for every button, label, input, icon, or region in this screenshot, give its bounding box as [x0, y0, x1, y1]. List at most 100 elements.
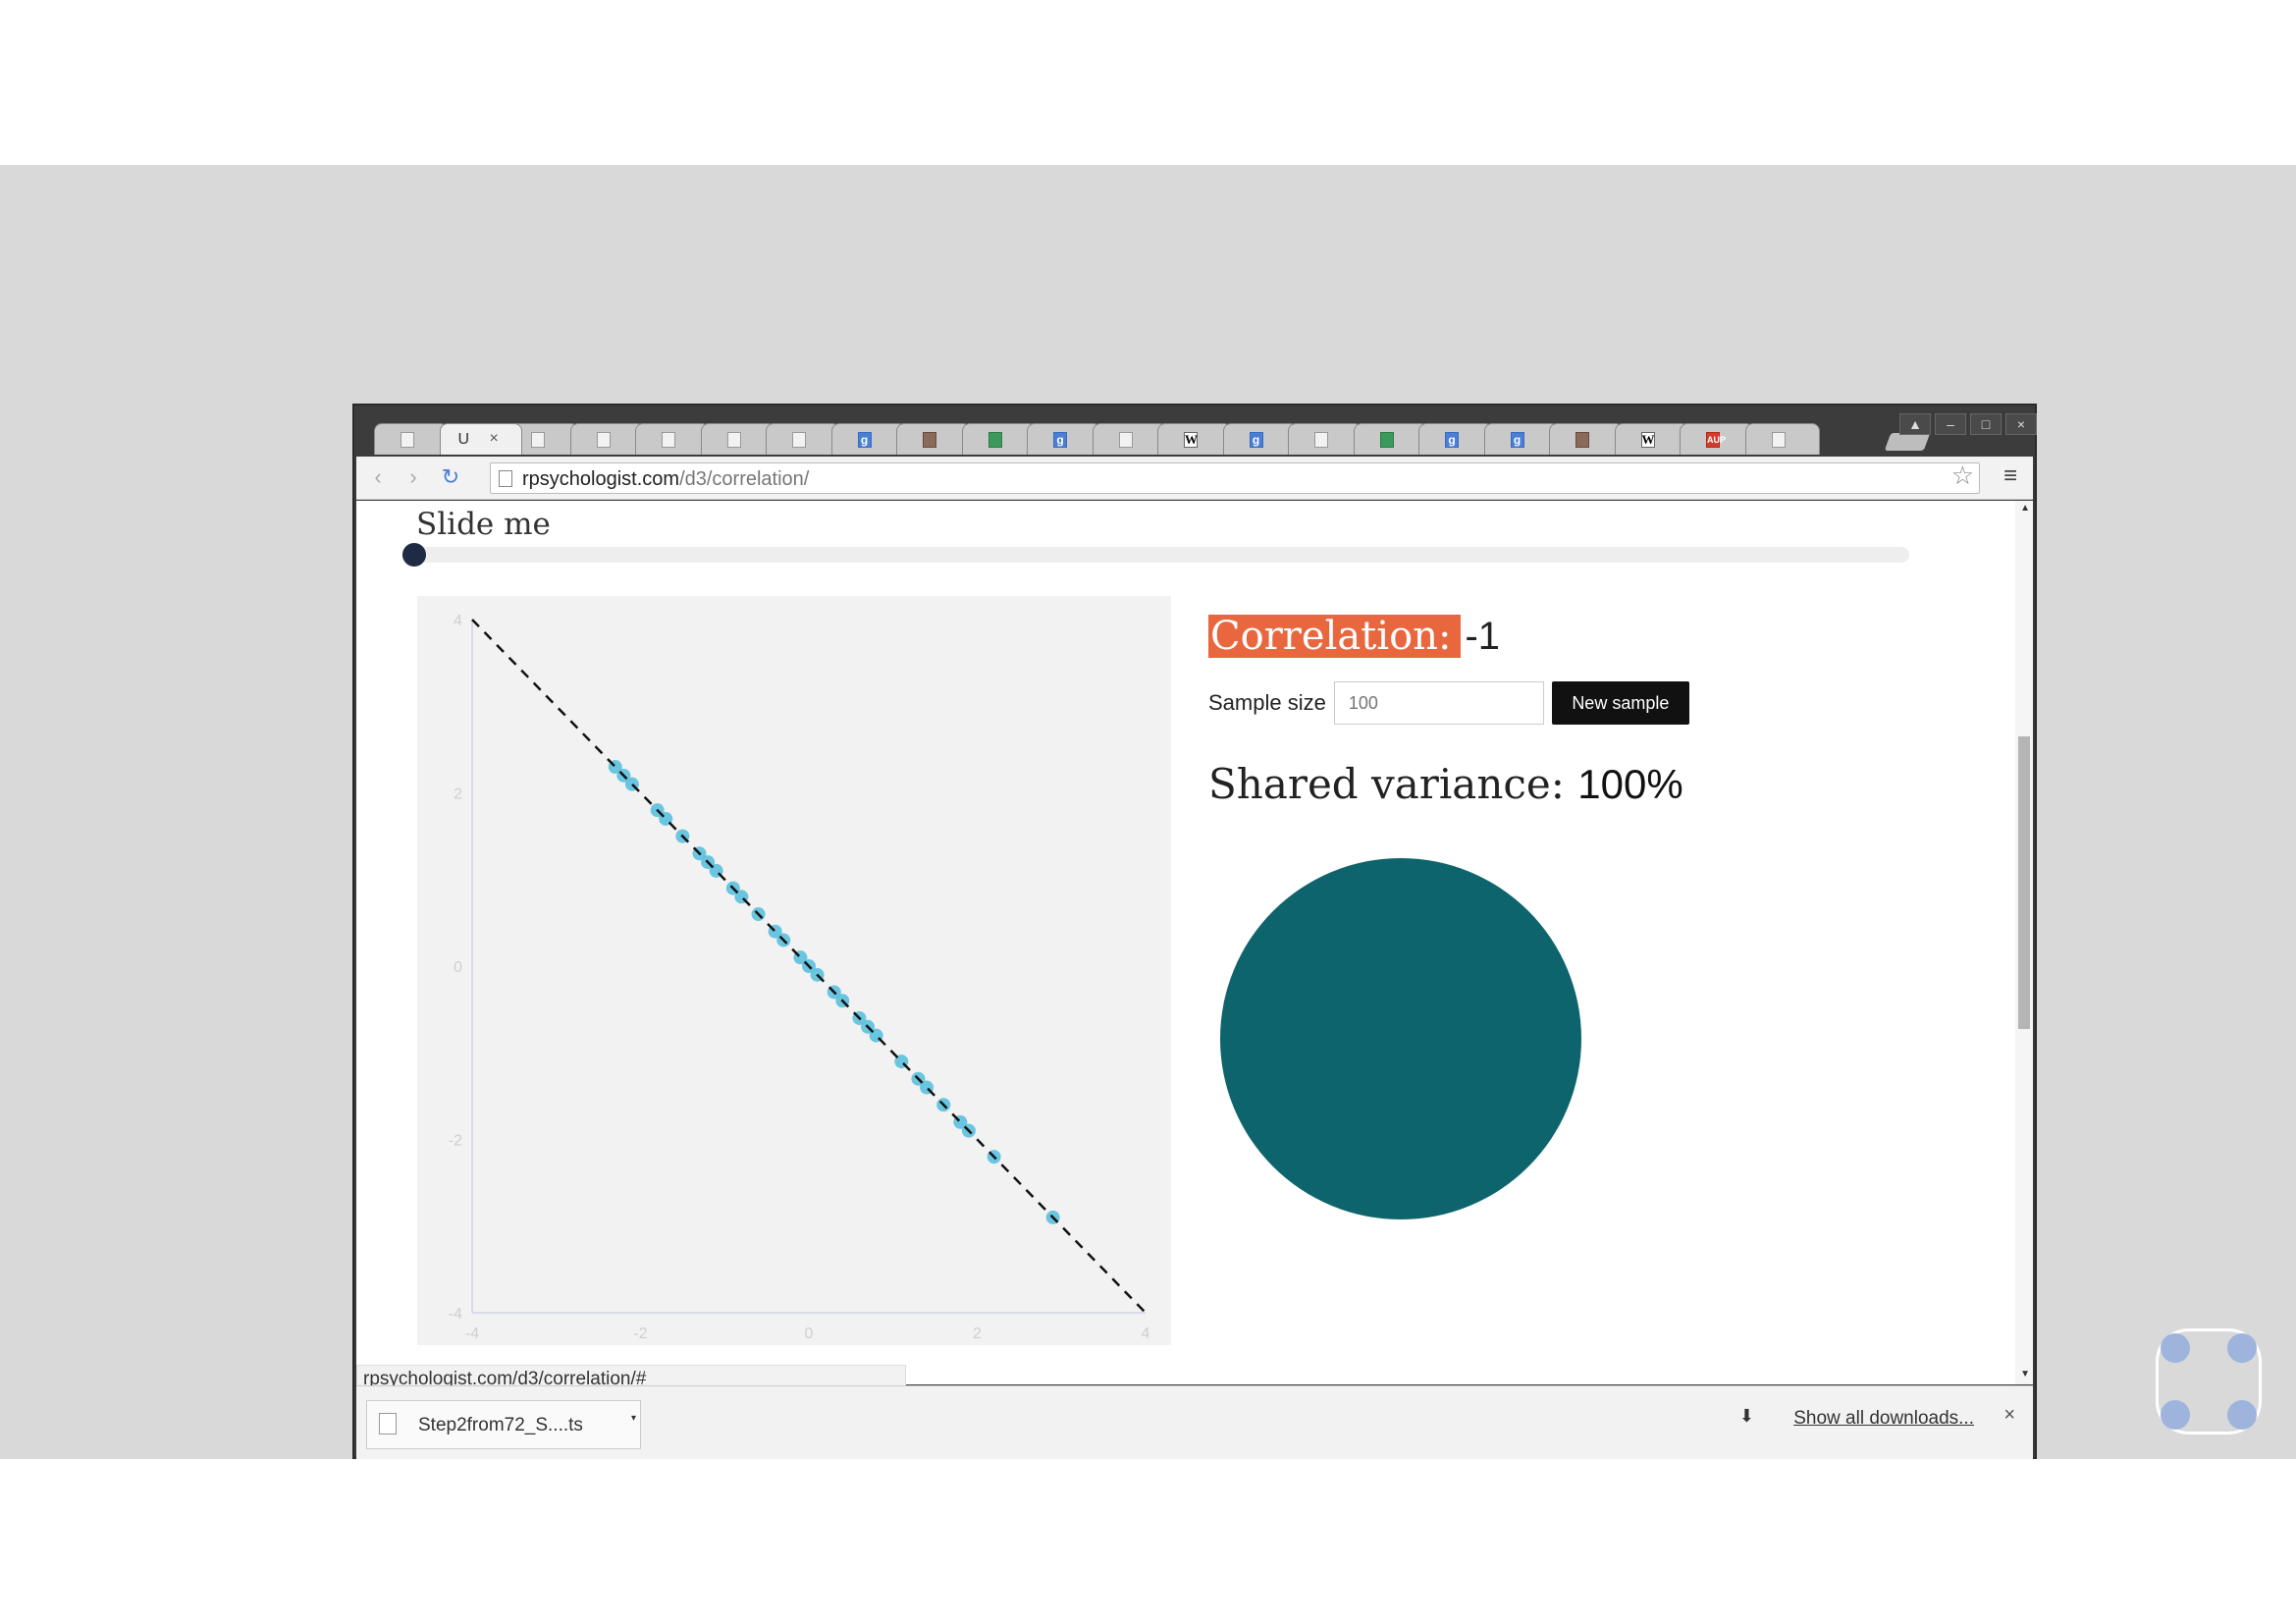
- new-tab-button[interactable]: [1884, 433, 1931, 451]
- shared-variance-label: Shared variance:: [1208, 760, 1565, 808]
- tab-favicon-icon: [662, 432, 675, 448]
- tab-favicon-icon: [792, 432, 806, 448]
- user-icon[interactable]: ▲: [1899, 413, 1931, 435]
- browser-tab[interactable]: [1744, 423, 1820, 455]
- y-tick-label: 2: [454, 786, 462, 803]
- tab-favicon-icon: g: [1445, 432, 1459, 448]
- page-icon: [499, 470, 512, 487]
- download-arrow-icon: ⬇: [1738, 1406, 1754, 1426]
- browser-tab[interactable]: W: [1157, 423, 1232, 455]
- downloads-bar: Step2from72_S....ts ▾ ⬇ Show all downloa…: [356, 1385, 2033, 1459]
- logo-dot: [2161, 1333, 2190, 1363]
- minimize-button[interactable]: –: [1935, 413, 1966, 435]
- tab-favicon-icon: [1379, 432, 1394, 448]
- corner-logo: [2156, 1328, 2262, 1435]
- page-scrollbar[interactable]: ▲ ▼: [2015, 501, 2033, 1384]
- sample-size-label: Sample size: [1208, 690, 1326, 715]
- file-icon: [379, 1413, 397, 1435]
- tab-strip: ▲ – □ × g g Wg g g W AUP U ×: [354, 406, 2037, 457]
- browser-tab[interactable]: [374, 423, 449, 455]
- browser-tab[interactable]: [700, 423, 775, 455]
- browser-tab[interactable]: g: [830, 423, 906, 455]
- logo-dot: [2227, 1333, 2257, 1363]
- regression-line: [471, 619, 1147, 1314]
- tab-favicon-icon: W: [1184, 432, 1198, 448]
- x-tick-label: 4: [1142, 1326, 1150, 1342]
- video-background: ▲ – □ × g g Wg g g W AUP U × ‹ › ↻ rpsychologist…: [0, 165, 2296, 1459]
- tab-favicon-icon: [400, 432, 414, 448]
- back-icon[interactable]: ‹: [364, 464, 392, 492]
- browser-tab[interactable]: W: [1614, 423, 1689, 455]
- page-viewport: Slide me -4 -2 0 2 4 4 2 0 -2 -4 Correlation: -1 …: [356, 501, 2033, 1384]
- new-sample-button[interactable]: New sample: [1551, 681, 1689, 725]
- reload-icon[interactable]: ↻: [437, 464, 464, 492]
- browser-window: ▲ – □ × g g Wg g g W AUP U × ‹ › ↻ rpsychologist…: [352, 404, 2037, 1459]
- browser-tab[interactable]: [1549, 423, 1624, 455]
- correlation-slider-track[interactable]: [401, 547, 1909, 563]
- shared-variance-circle: [1220, 858, 1581, 1219]
- shared-variance-readout: Shared variance: 100%: [1208, 760, 1683, 808]
- browser-tab[interactable]: [569, 423, 645, 455]
- browser-tab[interactable]: [1353, 423, 1428, 455]
- slider-label: Slide me: [416, 507, 551, 542]
- tab-favicon-icon: g: [1249, 432, 1263, 448]
- maximize-button[interactable]: □: [1970, 413, 2002, 435]
- close-downloads-icon[interactable]: ×: [2003, 1404, 2015, 1427]
- y-tick-label: 4: [454, 613, 462, 629]
- tab-favicon-icon: AUP: [1706, 432, 1726, 448]
- tab-favicon-icon: g: [1053, 432, 1067, 448]
- shared-variance-value: 100%: [1577, 761, 1683, 807]
- browser-tab[interactable]: [896, 423, 971, 455]
- logo-dot: [2227, 1400, 2257, 1430]
- tab-favicon-icon: [1118, 432, 1133, 448]
- browser-tab[interactable]: [1092, 423, 1167, 455]
- tab-favicon-icon: [596, 432, 611, 448]
- x-tick-label: 2: [973, 1326, 982, 1342]
- tab-favicon-icon: [1314, 432, 1328, 448]
- x-tick-label: -2: [633, 1326, 647, 1342]
- browser-tab[interactable]: g: [1483, 423, 1559, 455]
- sample-size-row: Sample size New sample: [1208, 681, 1689, 725]
- download-menu-caret-icon[interactable]: ▾: [631, 1413, 636, 1424]
- correlation-label: Correlation:: [1208, 615, 1462, 658]
- browser-tab[interactable]: g: [1222, 423, 1298, 455]
- url-text: rpsychologist.com/d3/correlation/: [522, 468, 810, 490]
- browser-tab[interactable]: g: [1418, 423, 1493, 455]
- y-tick-label: -4: [449, 1306, 462, 1323]
- forward-icon[interactable]: ›: [400, 464, 427, 492]
- y-tick-label: 0: [454, 959, 462, 976]
- show-all-downloads-link[interactable]: Show all downloads...: [1793, 1408, 1974, 1430]
- close-window-button[interactable]: ×: [2005, 413, 2037, 435]
- download-item[interactable]: Step2from72_S....ts ▾: [366, 1400, 641, 1449]
- browser-tab[interactable]: AUP: [1680, 423, 1754, 455]
- logo-dot: [2161, 1400, 2190, 1430]
- tab-favicon-icon: [531, 432, 545, 448]
- y-tick-label: -2: [449, 1133, 462, 1150]
- menu-icon[interactable]: ≡: [2003, 462, 2017, 490]
- correlation-slider-handle[interactable]: [402, 543, 426, 567]
- tab-favicon-icon: [726, 432, 741, 448]
- download-file-name: Step2from72_S....ts: [418, 1415, 583, 1435]
- bookmark-star-icon[interactable]: ☆: [1951, 460, 1974, 491]
- sample-size-input[interactable]: [1333, 681, 1544, 725]
- tab-favicon-icon: [988, 432, 1002, 448]
- tab-favicon-icon: W: [1640, 432, 1655, 448]
- scroll-down-icon[interactable]: ▼: [2020, 1369, 2030, 1380]
- address-bar[interactable]: rpsychologist.com/d3/correlation/: [490, 462, 1980, 494]
- browser-tab[interactable]: [766, 423, 840, 455]
- tab-favicon-icon: g: [1510, 432, 1524, 448]
- scroll-up-icon[interactable]: ▲: [2020, 503, 2030, 514]
- browser-tab[interactable]: [635, 423, 710, 455]
- browser-tab[interactable]: g: [1027, 423, 1101, 455]
- venn-diagram: [1220, 858, 1593, 1236]
- browser-tab[interactable]: [1288, 423, 1362, 455]
- tab-favicon-icon: [1575, 432, 1589, 448]
- active-tab-title: U: [457, 431, 470, 448]
- tab-favicon-icon: [923, 432, 936, 448]
- tab-favicon-icon: g: [857, 432, 872, 448]
- x-tick-label: 0: [805, 1326, 814, 1342]
- browser-tab[interactable]: [961, 423, 1037, 455]
- scroll-thumb[interactable]: [2018, 736, 2030, 1029]
- active-browser-tab[interactable]: U ×: [439, 423, 522, 455]
- tab-close-icon[interactable]: ×: [490, 430, 499, 448]
